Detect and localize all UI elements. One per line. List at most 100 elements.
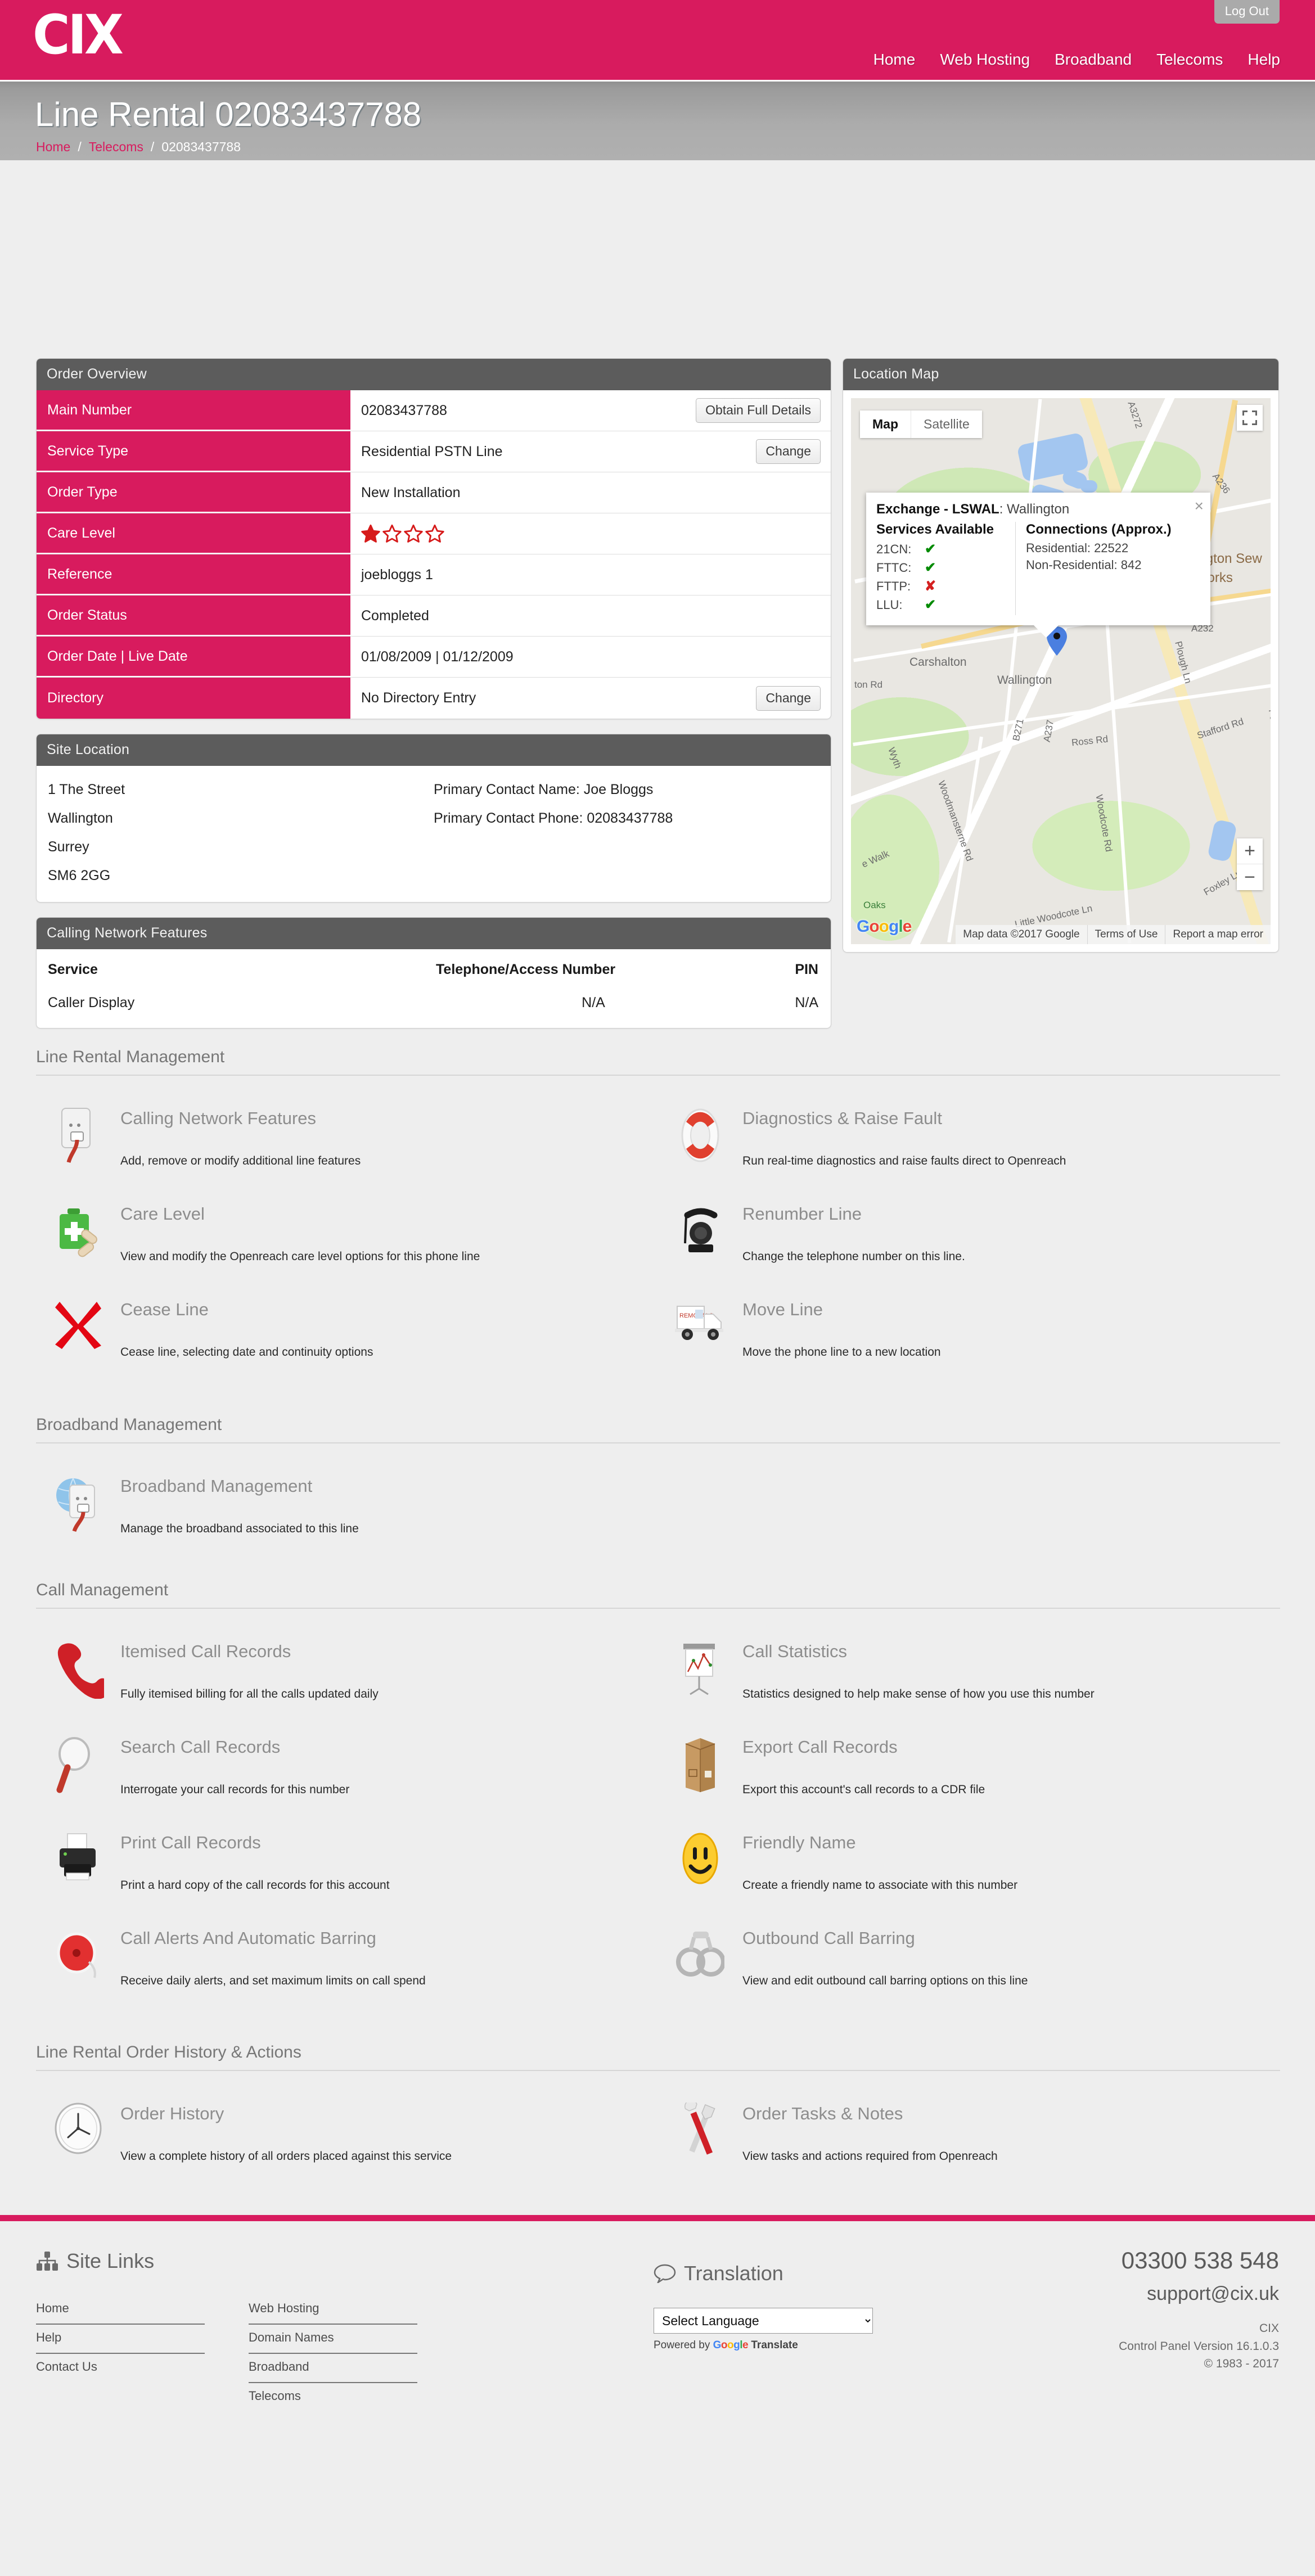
footer-link-home[interactable]: Home <box>36 2295 205 2325</box>
map-label: Wallington <box>997 674 1052 687</box>
section-title: Broadband Management <box>36 1415 1280 1443</box>
feature-title: Itemised Call Records <box>120 1641 291 1661</box>
phone-socket-icon <box>36 1105 120 1166</box>
map-viewport[interactable]: Map Satellite + − A3272 A236 A232 Carsha… <box>851 398 1271 944</box>
feature-search-call-records[interactable]: Search Call Records Interrogate your cal… <box>36 1721 658 1817</box>
map-type-map[interactable]: Map <box>860 410 911 438</box>
copyright: © 1983 - 2017 <box>1204 2357 1279 2370</box>
footer-meta: CIX Control Panel Version 16.1.0.3 © 198… <box>1119 2320 1279 2373</box>
footer-link-broadband[interactable]: Broadband <box>249 2354 417 2383</box>
site-address-column: 1 The Street Wallington Surrey SM6 2GG <box>48 782 434 884</box>
first-aid-kit-icon <box>36 1201 120 1259</box>
feature-order-history[interactable]: Order History View a complete history of… <box>36 2088 658 2183</box>
language-select[interactable]: Select Language <box>654 2308 873 2334</box>
feature-text: Outbound Call Barring View and edit outb… <box>742 1925 1028 1988</box>
row-label-reference: Reference <box>37 554 350 595</box>
service-type-value: Residential PSTN Line <box>361 443 503 459</box>
service-label: FTTP: <box>876 579 911 593</box>
info-window-title: Exchange - LSWAL: Wallington <box>876 502 1200 517</box>
report-error-link[interactable]: Report a map error <box>1165 925 1271 944</box>
feature-calling-network-features[interactable]: Calling Network Features Add, remove or … <box>36 1093 658 1188</box>
feature-cease-line[interactable]: Cease Line Cease line, selecting date an… <box>36 1284 658 1379</box>
feature-title: Order History <box>120 2104 224 2123</box>
location-map-panel: Location Map Map Satellite + − A3272 A23… <box>843 358 1279 953</box>
nav-item-web-hosting[interactable]: Web Hosting <box>940 51 1030 69</box>
nav-item-help[interactable]: Help <box>1248 51 1280 69</box>
translate-wordmark: Translate <box>751 2339 798 2351</box>
feature-order-tasks-notes[interactable]: Order Tasks & Notes View tasks and actio… <box>658 2088 1280 2183</box>
footer-link-web-hosting[interactable]: Web Hosting <box>249 2295 417 2325</box>
star-empty-icon <box>404 524 423 543</box>
feature-outbound-call-barring[interactable]: Outbound Call Barring View and edit outb… <box>658 1912 1280 2008</box>
breadcrumb-item-telecoms[interactable]: Telecoms <box>89 139 143 155</box>
feature-diagnostics-raise-fault[interactable]: Diagnostics & Raise Fault Run real-time … <box>658 1093 1280 1188</box>
footer-link-telecoms[interactable]: Telecoms <box>249 2383 417 2411</box>
row-label-order-date: Order Date | Live Date <box>37 637 350 677</box>
control-panel-version: Control Panel Version 16.1.0.3 <box>1119 2339 1279 2353</box>
obtain-full-details-button[interactable]: Obtain Full Details <box>696 398 821 423</box>
exchange-code: Exchange - LSWAL <box>876 502 999 517</box>
feature-text: Cease Line Cease line, selecting date an… <box>120 1296 373 1359</box>
feature-text: Order History View a complete history of… <box>120 2100 452 2163</box>
services-available-column: Services Available 21CN: ✔ FTTC: ✔ FTTP: <box>876 522 1016 615</box>
support-email[interactable]: support@cix.uk <box>1119 2283 1279 2305</box>
footer-link-help[interactable]: Help <box>36 2325 205 2354</box>
feature-call-alerts-automatic-barring[interactable]: Call Alerts And Automatic Barring Receiv… <box>36 1912 658 2008</box>
map-label: ton Rd <box>854 679 883 690</box>
nav-item-broadband[interactable]: Broadband <box>1055 51 1132 69</box>
order-date-value: 01/08/2009 | 01/12/2009 <box>361 648 514 665</box>
printer-icon <box>36 1829 120 1883</box>
feature-desc: Move the phone line to a new location <box>742 1346 941 1359</box>
feature-desc: Create a friendly name to associate with… <box>742 1879 1018 1892</box>
site-links-title: Site Links <box>66 2249 155 2272</box>
feature-title: Export Call Records <box>742 1737 898 1757</box>
feature-text: Friendly Name Create a friendly name to … <box>742 1829 1017 1892</box>
cell-pin: N/A <box>795 995 818 1010</box>
change-service-type-button[interactable]: Change <box>756 439 821 464</box>
support-phone[interactable]: 03300 538 548 <box>1119 2247 1279 2274</box>
feature-care-level[interactable]: Care Level View and modify the Openreach… <box>36 1188 658 1284</box>
zoom-in-button[interactable]: + <box>1237 838 1263 864</box>
section-order-history-actions: Line Rental Order History & Actions Orde… <box>36 2043 1280 2183</box>
footer-link-contact-us[interactable]: Contact Us <box>36 2354 205 2382</box>
table-row: Care Level <box>37 513 831 554</box>
fullscreen-icon[interactable] <box>1237 405 1263 431</box>
feature-broadband-management[interactable]: Broadband Management Manage the broadban… <box>36 1460 658 1556</box>
feature-move-line[interactable]: REMOVALS Move Line Move the phone line t… <box>658 1284 1280 1379</box>
left-column: Order Overview Main Number 02083437788 O… <box>36 358 831 1043</box>
change-directory-button[interactable]: Change <box>756 685 821 711</box>
feature-renumber-line[interactable]: Renumber Line Change the telephone numbe… <box>658 1188 1280 1284</box>
feature-title: Calling Network Features <box>120 1108 317 1128</box>
cix-logo[interactable]: CIX <box>33 8 124 62</box>
section-title: Line Rental Management <box>36 1048 1280 1076</box>
feature-call-statistics[interactable]: Call Statistics Statistics designed to h… <box>658 1626 1280 1721</box>
cardboard-box-icon <box>658 1734 742 1792</box>
feature-text: Print Call Records Print a hard copy of … <box>120 1829 390 1892</box>
translation-title: Translation <box>684 2262 783 2285</box>
lifebuoy-icon <box>658 1105 742 1163</box>
page-footer: Site Links Home Help Contact Us Web Host… <box>0 2221 1315 2536</box>
feature-title: Search Call Records <box>120 1737 281 1757</box>
logout-button[interactable]: Log Out <box>1214 0 1280 24</box>
feature-friendly-name[interactable]: Friendly Name Create a friendly name to … <box>658 1817 1280 1912</box>
footer-link-columns: Home Help Contact Us Web Hosting Domain … <box>36 2295 417 2411</box>
close-icon[interactable]: × <box>1195 498 1204 514</box>
footer-link-domain-names[interactable]: Domain Names <box>249 2325 417 2354</box>
feature-export-call-records[interactable]: Export Call Records Export this account'… <box>658 1721 1280 1817</box>
feature-text: Order Tasks & Notes View tasks and actio… <box>742 2100 998 2163</box>
feature-title: Move Line <box>742 1300 823 1319</box>
table-row: Main Number 02083437788 Obtain Full Deta… <box>37 390 831 431</box>
page-title: Line Rental 02083437788 <box>35 96 422 133</box>
breadcrumb-item-home[interactable]: Home <box>36 139 70 155</box>
nav-item-telecoms[interactable]: Telecoms <box>1156 51 1223 69</box>
feature-print-call-records[interactable]: Print Call Records Print a hard copy of … <box>36 1817 658 1912</box>
feature-text: Care Level View and modify the Openreach… <box>120 1201 480 1264</box>
map-type-satellite[interactable]: Satellite <box>911 410 982 438</box>
terms-of-use-link[interactable]: Terms of Use <box>1087 925 1165 944</box>
nav-item-home[interactable]: Home <box>873 51 916 69</box>
feature-itemised-call-records[interactable]: Itemised Call Records Fully itemised bil… <box>36 1626 658 1721</box>
calling-network-features-panel: Calling Network Features Service Telepho… <box>36 917 831 1028</box>
smiley-face-icon <box>658 1829 742 1885</box>
feature-title: Outbound Call Barring <box>742 1928 915 1948</box>
zoom-out-button[interactable]: − <box>1237 864 1263 890</box>
